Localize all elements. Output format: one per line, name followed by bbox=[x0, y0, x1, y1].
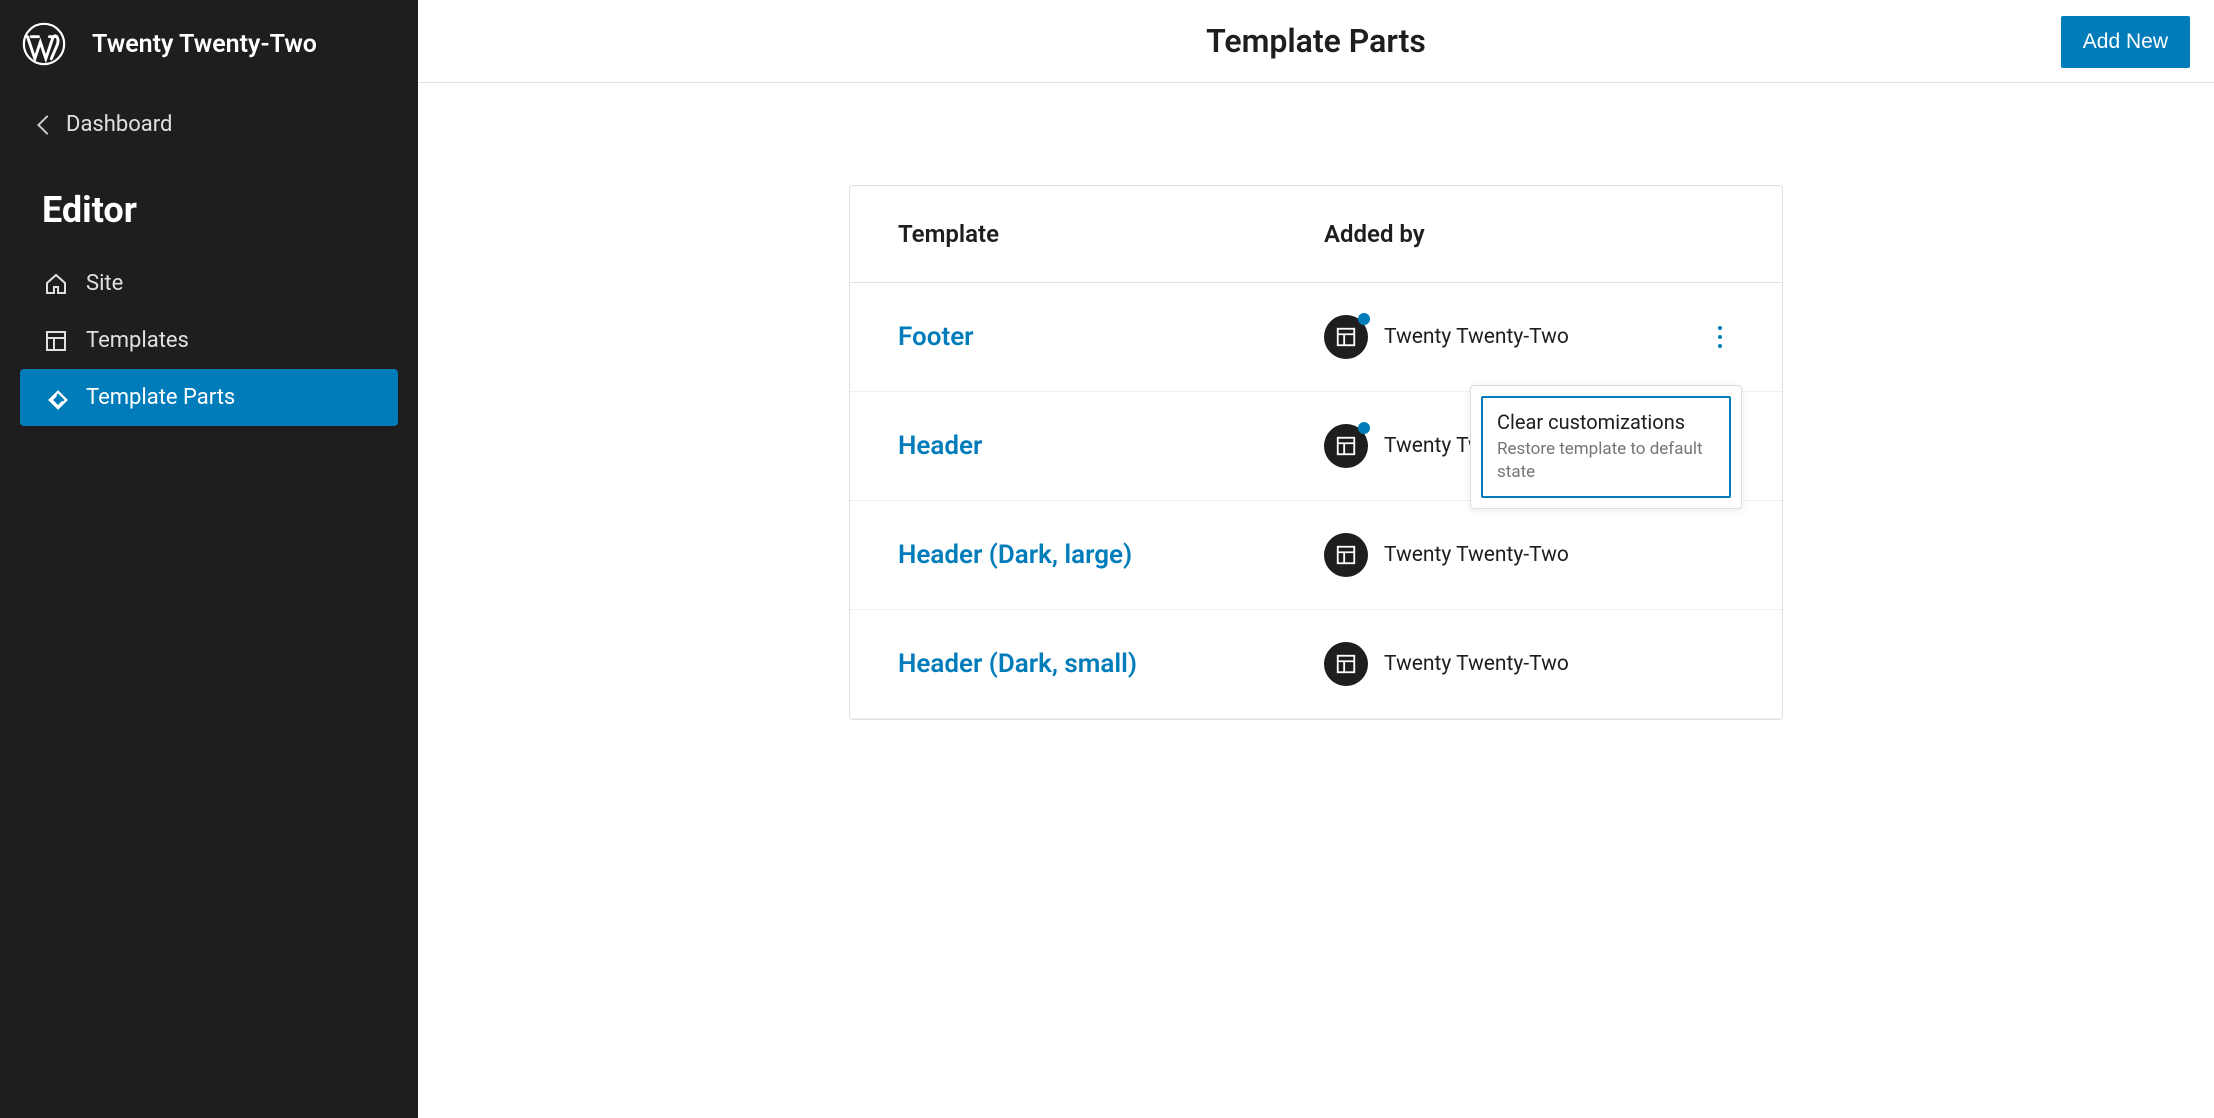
col-header-template: Template bbox=[898, 220, 1324, 248]
nav-item-label: Template Parts bbox=[86, 385, 235, 410]
added-by-text: Twenty Twenty-Two bbox=[1384, 543, 1569, 567]
added-by-cell: Twenty Twenty-Two bbox=[1324, 642, 1734, 686]
sidebar: Twenty Twenty-Two Dashboard Editor Site bbox=[0, 0, 418, 1118]
popover-action-subtitle: Restore template to default state bbox=[1497, 438, 1715, 484]
template-link[interactable]: Header bbox=[898, 431, 1324, 461]
added-by-text: Twenty Twenty-Two bbox=[1384, 325, 1569, 349]
nav-item-templates[interactable]: Templates bbox=[20, 312, 398, 369]
customized-indicator-icon bbox=[1358, 422, 1370, 434]
theme-avatar bbox=[1324, 642, 1368, 686]
layout-icon bbox=[1324, 642, 1368, 686]
table-body: Footer Twenty T bbox=[850, 283, 1782, 719]
main-header: Template Parts Add New bbox=[418, 0, 2214, 83]
nav-item-label: Site bbox=[86, 271, 123, 296]
table-row: Footer Twenty T bbox=[850, 283, 1782, 392]
added-by-cell: Twenty Twenty-Two bbox=[1324, 315, 1734, 359]
sidebar-section-title: Editor bbox=[0, 161, 418, 255]
row-actions-button[interactable] bbox=[1706, 315, 1734, 359]
nav-item-template-parts[interactable]: Template Parts bbox=[20, 369, 398, 426]
layout-icon bbox=[44, 329, 68, 353]
clear-customizations-action[interactable]: Clear customizations Restore template to… bbox=[1481, 396, 1731, 498]
nav-item-site[interactable]: Site bbox=[20, 255, 398, 312]
main-content: Template Parts Add New Template Added by… bbox=[418, 0, 2214, 1118]
customized-indicator-icon bbox=[1358, 313, 1370, 325]
sidebar-header: Twenty Twenty-Two bbox=[0, 0, 418, 88]
dashboard-back-link[interactable]: Dashboard bbox=[0, 88, 418, 161]
sidebar-nav: Site Templates Template Parts bbox=[0, 255, 418, 426]
chevron-left-icon bbox=[37, 115, 57, 135]
layout-icon bbox=[1324, 533, 1368, 577]
page-title: Template Parts bbox=[1206, 22, 1426, 60]
template-link[interactable]: Footer bbox=[898, 322, 1324, 352]
added-by-cell: Twenty Twenty-Two bbox=[1324, 533, 1734, 577]
table-row: Header (Dark, large) Twenty Tw bbox=[850, 501, 1782, 610]
added-by-text: Twenty Twenty-Two bbox=[1384, 652, 1569, 676]
col-header-added-by: Added by bbox=[1324, 220, 1734, 248]
content-area: Template Added by Footer bbox=[418, 83, 2214, 760]
nav-item-label: Templates bbox=[86, 328, 189, 353]
site-title: Twenty Twenty-Two bbox=[92, 30, 317, 59]
theme-avatar bbox=[1324, 315, 1368, 359]
template-link[interactable]: Header (Dark, large) bbox=[898, 540, 1324, 570]
wordpress-logo-icon[interactable] bbox=[20, 20, 68, 68]
theme-avatar bbox=[1324, 424, 1368, 468]
add-new-button[interactable]: Add New bbox=[2061, 16, 2190, 68]
theme-avatar bbox=[1324, 533, 1368, 577]
actions-popover: Clear customizations Restore template to… bbox=[1470, 385, 1742, 509]
template-parts-table: Template Added by Footer bbox=[849, 185, 1783, 720]
dashboard-label: Dashboard bbox=[66, 112, 172, 137]
template-link[interactable]: Header (Dark, small) bbox=[898, 649, 1324, 679]
diamond-icon bbox=[44, 386, 68, 410]
more-vertical-icon bbox=[1718, 326, 1722, 348]
table-header: Template Added by bbox=[850, 186, 1782, 283]
popover-action-title: Clear customizations bbox=[1497, 410, 1715, 434]
home-icon bbox=[44, 272, 68, 296]
table-row: Header (Dark, small) Twenty Tw bbox=[850, 610, 1782, 719]
